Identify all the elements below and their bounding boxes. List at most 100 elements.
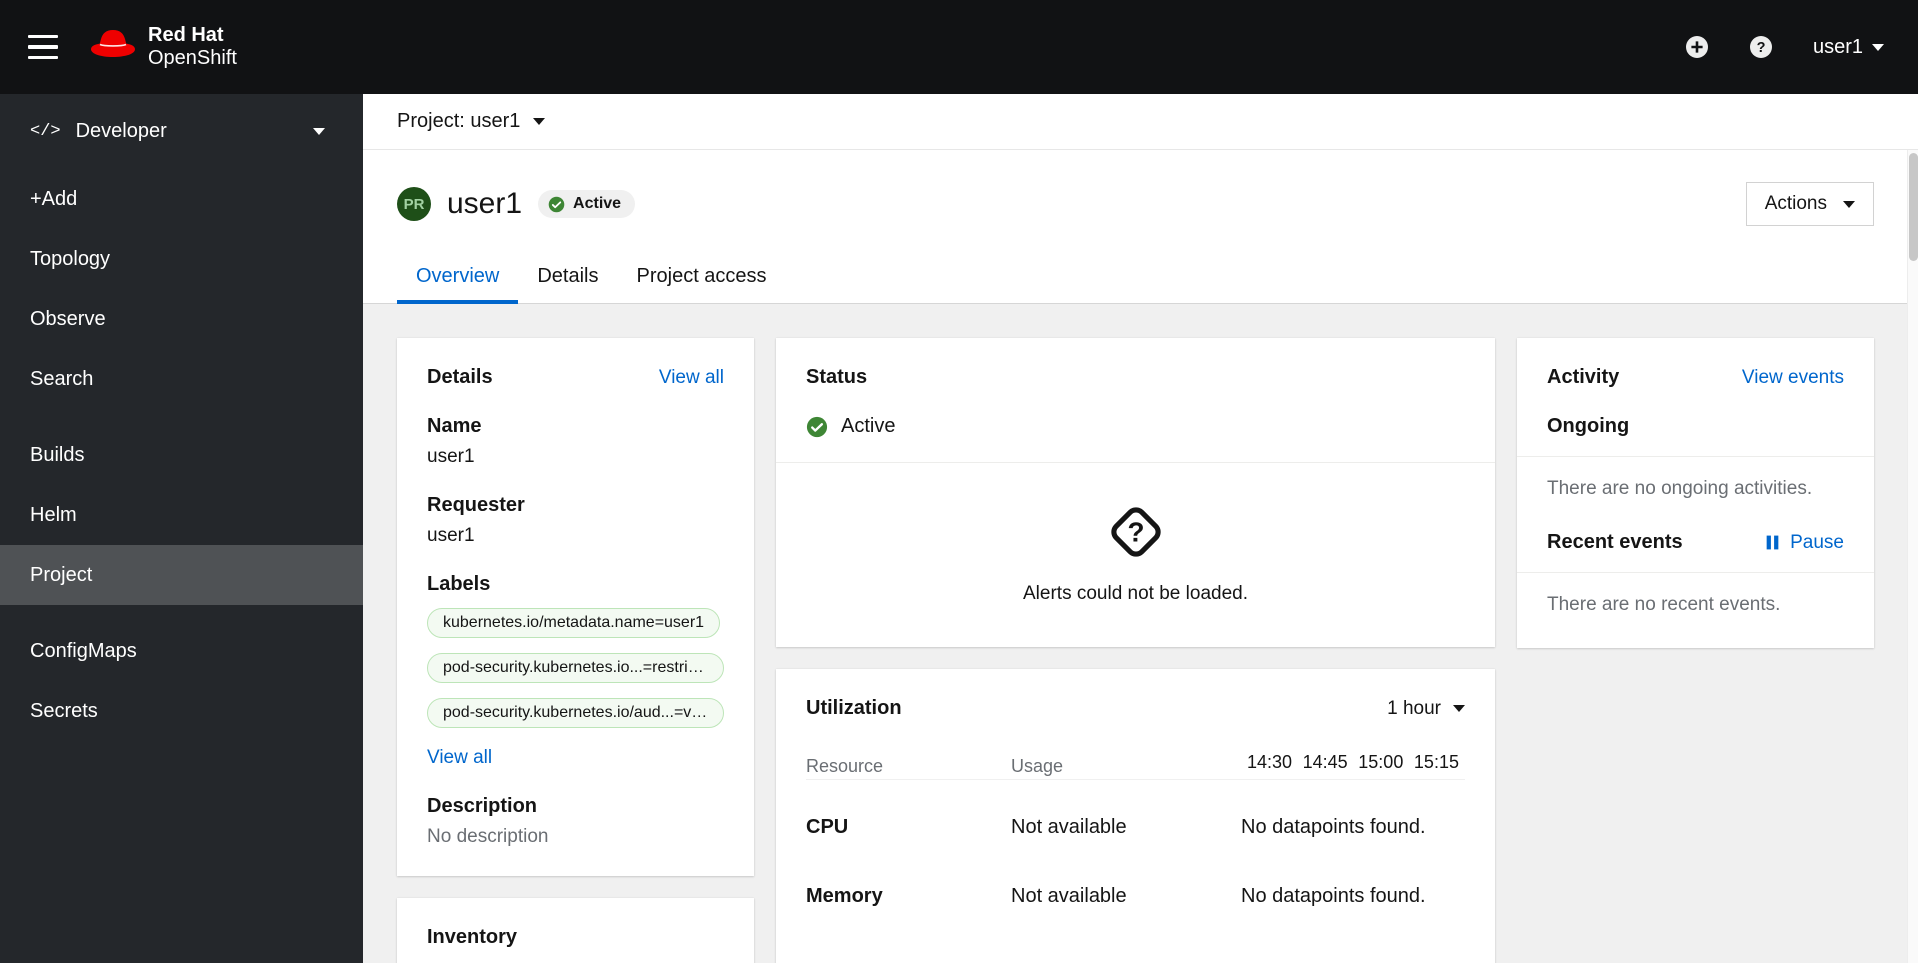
chevron-down-icon xyxy=(1872,43,1884,51)
sidebar-item-builds[interactable]: Builds xyxy=(0,425,363,485)
sidebar-item-secrets[interactable]: Secrets xyxy=(0,681,363,741)
developer-code-icon: </> xyxy=(30,122,61,141)
utilization-header-row: Resource Usage 14:30 14:45 15:00 15:15 xyxy=(806,752,1465,780)
project-resource-badge: PR xyxy=(397,187,431,221)
vertical-scrollbar[interactable] xyxy=(1907,150,1918,963)
page-title: user1 xyxy=(447,187,523,220)
user-menu-label: user1 xyxy=(1812,35,1863,58)
redhat-hat-icon xyxy=(90,29,136,65)
nav-group-resources: Builds Helm Project xyxy=(0,423,363,607)
name-value: user1 xyxy=(427,446,475,467)
label-pill[interactable]: pod-security.kubernetes.io/aud...=v1.... xyxy=(427,698,724,728)
project-selector[interactable]: Project: user1 xyxy=(397,110,546,133)
overview-content: Details View all Name user1 Requester us… xyxy=(363,304,1918,963)
status-badge-label: Active xyxy=(573,195,622,212)
time-tick-label: 14:45 xyxy=(1302,752,1348,772)
resource-datapoints: No datapoints found. xyxy=(1241,816,1426,838)
chevron-down-icon xyxy=(313,128,325,135)
inventory-card: Inventory 0 Deployments xyxy=(397,898,754,963)
tab-overview[interactable]: Overview xyxy=(397,250,519,304)
project-bar: Project: user1 xyxy=(363,94,1918,150)
labels-view-all-link[interactable]: View all xyxy=(427,747,492,769)
inventory-card-title: Inventory xyxy=(427,926,518,948)
details-card: Details View all Name user1 Requester us… xyxy=(397,338,754,876)
main-area: Project: user1 PR user1 Active Actions O… xyxy=(363,94,1918,963)
ongoing-empty-message: There are no ongoing activities. xyxy=(1547,478,1813,499)
utilization-card-title: Utilization xyxy=(806,697,902,719)
ongoing-section-title: Ongoing xyxy=(1547,415,1630,437)
pause-label: Pause xyxy=(1790,531,1844,553)
pause-events-button[interactable]: Pause xyxy=(1764,532,1844,554)
utilization-card: Utilization 1 hour Resource Usage 14:30 xyxy=(776,669,1495,963)
time-tick-label: 15:00 xyxy=(1358,752,1404,772)
sidebar-item-project[interactable]: Project xyxy=(0,545,363,605)
svg-text:?: ? xyxy=(1757,40,1766,56)
labels-list: kubernetes.io/metadata.name=user1 pod-se… xyxy=(427,598,724,733)
activity-card: Activity View events Ongoing There are n… xyxy=(1517,338,1874,648)
nav-group-main: +Add Topology Observe Search xyxy=(0,167,363,411)
details-card-title: Details xyxy=(427,366,493,388)
resource-usage: Not available xyxy=(1011,885,1127,907)
svg-text:?: ? xyxy=(1127,516,1144,547)
check-circle-icon xyxy=(806,416,828,437)
actions-dropdown[interactable]: Actions xyxy=(1745,182,1874,226)
label-pill[interactable]: kubernetes.io/metadata.name=user1 xyxy=(427,608,721,638)
label-pill[interactable]: pod-security.kubernetes.io...=restric... xyxy=(427,653,724,683)
perspective-switcher[interactable]: </> Developer xyxy=(0,94,363,167)
labels-label: Labels xyxy=(427,573,491,595)
perspective-label: Developer xyxy=(75,120,167,142)
duration-label: 1 hour xyxy=(1387,697,1441,719)
page-header: PR user1 Active Actions Overview Details xyxy=(363,150,1918,304)
tab-details[interactable]: Details xyxy=(518,250,617,303)
utilization-row-cpu: CPU Not available No datapoints found. xyxy=(806,816,1465,839)
tab-project-access[interactable]: Project access xyxy=(618,250,786,303)
sidebar-item-search[interactable]: Search xyxy=(0,349,363,409)
alerts-message: Alerts could not be loaded. xyxy=(1023,583,1248,604)
time-tick-label: 14:30 xyxy=(1247,752,1293,772)
utilization-row-memory: Memory Not available No datapoints found… xyxy=(806,885,1465,908)
resource-name: CPU xyxy=(806,816,849,838)
description-label: Description xyxy=(427,795,538,817)
chevron-down-icon xyxy=(1453,705,1465,712)
time-tick-label: 15:15 xyxy=(1413,752,1459,772)
help-icon[interactable]: ? xyxy=(1749,35,1773,59)
requester-label: Requester xyxy=(427,494,525,516)
resource-usage: Not available xyxy=(1011,816,1127,838)
sidebar-item-configmaps[interactable]: ConfigMaps xyxy=(0,621,363,681)
nav-group-config: ConfigMaps Secrets xyxy=(0,619,363,743)
sidebar-item-helm[interactable]: Helm xyxy=(0,485,363,545)
alerts-empty-state: ? Alerts could not be loaded. xyxy=(776,463,1495,647)
chevron-down-icon xyxy=(1843,200,1855,208)
recent-events-section-title: Recent events xyxy=(1547,531,1683,553)
check-circle-icon xyxy=(548,196,565,212)
pause-icon xyxy=(1766,535,1779,550)
quick-create-plus-icon[interactable] xyxy=(1685,35,1709,59)
view-events-link[interactable]: View events xyxy=(1742,367,1844,389)
sidebar-nav: </> Developer +Add Topology Observe Sear… xyxy=(0,94,363,963)
status-card: Status Active ? Alerts could not be load… xyxy=(776,338,1495,647)
scrollbar-thumb[interactable] xyxy=(1909,153,1918,261)
sidebar-item-add[interactable]: +Add xyxy=(0,169,363,229)
brand-line1: Red Hat xyxy=(148,24,224,46)
menu-icon[interactable] xyxy=(28,29,58,66)
unknown-status-icon: ? xyxy=(1110,507,1161,557)
details-view-all-link[interactable]: View all xyxy=(659,367,724,389)
description-value: No description xyxy=(427,826,549,847)
resource-datapoints: No datapoints found. xyxy=(1241,885,1426,907)
resource-name: Memory xyxy=(806,885,883,907)
status-state-label: Active xyxy=(841,415,896,437)
requester-value: user1 xyxy=(427,525,475,546)
tab-bar: Overview Details Project access xyxy=(363,250,1918,304)
sidebar-item-observe[interactable]: Observe xyxy=(0,289,363,349)
status-badge: Active xyxy=(538,190,636,218)
brand-line2: OpenShift xyxy=(148,47,237,69)
actions-label: Actions xyxy=(1764,193,1827,214)
sidebar-item-topology[interactable]: Topology xyxy=(0,229,363,289)
status-card-title: Status xyxy=(806,366,868,388)
user-menu[interactable]: user1 xyxy=(1813,36,1884,59)
name-label: Name xyxy=(427,415,482,437)
usage-column-header: Usage xyxy=(1011,756,1064,776)
time-axis: 14:30 14:45 15:00 15:15 xyxy=(1241,752,1465,773)
duration-dropdown[interactable]: 1 hour xyxy=(1387,698,1465,720)
resource-column-header: Resource xyxy=(806,756,884,776)
